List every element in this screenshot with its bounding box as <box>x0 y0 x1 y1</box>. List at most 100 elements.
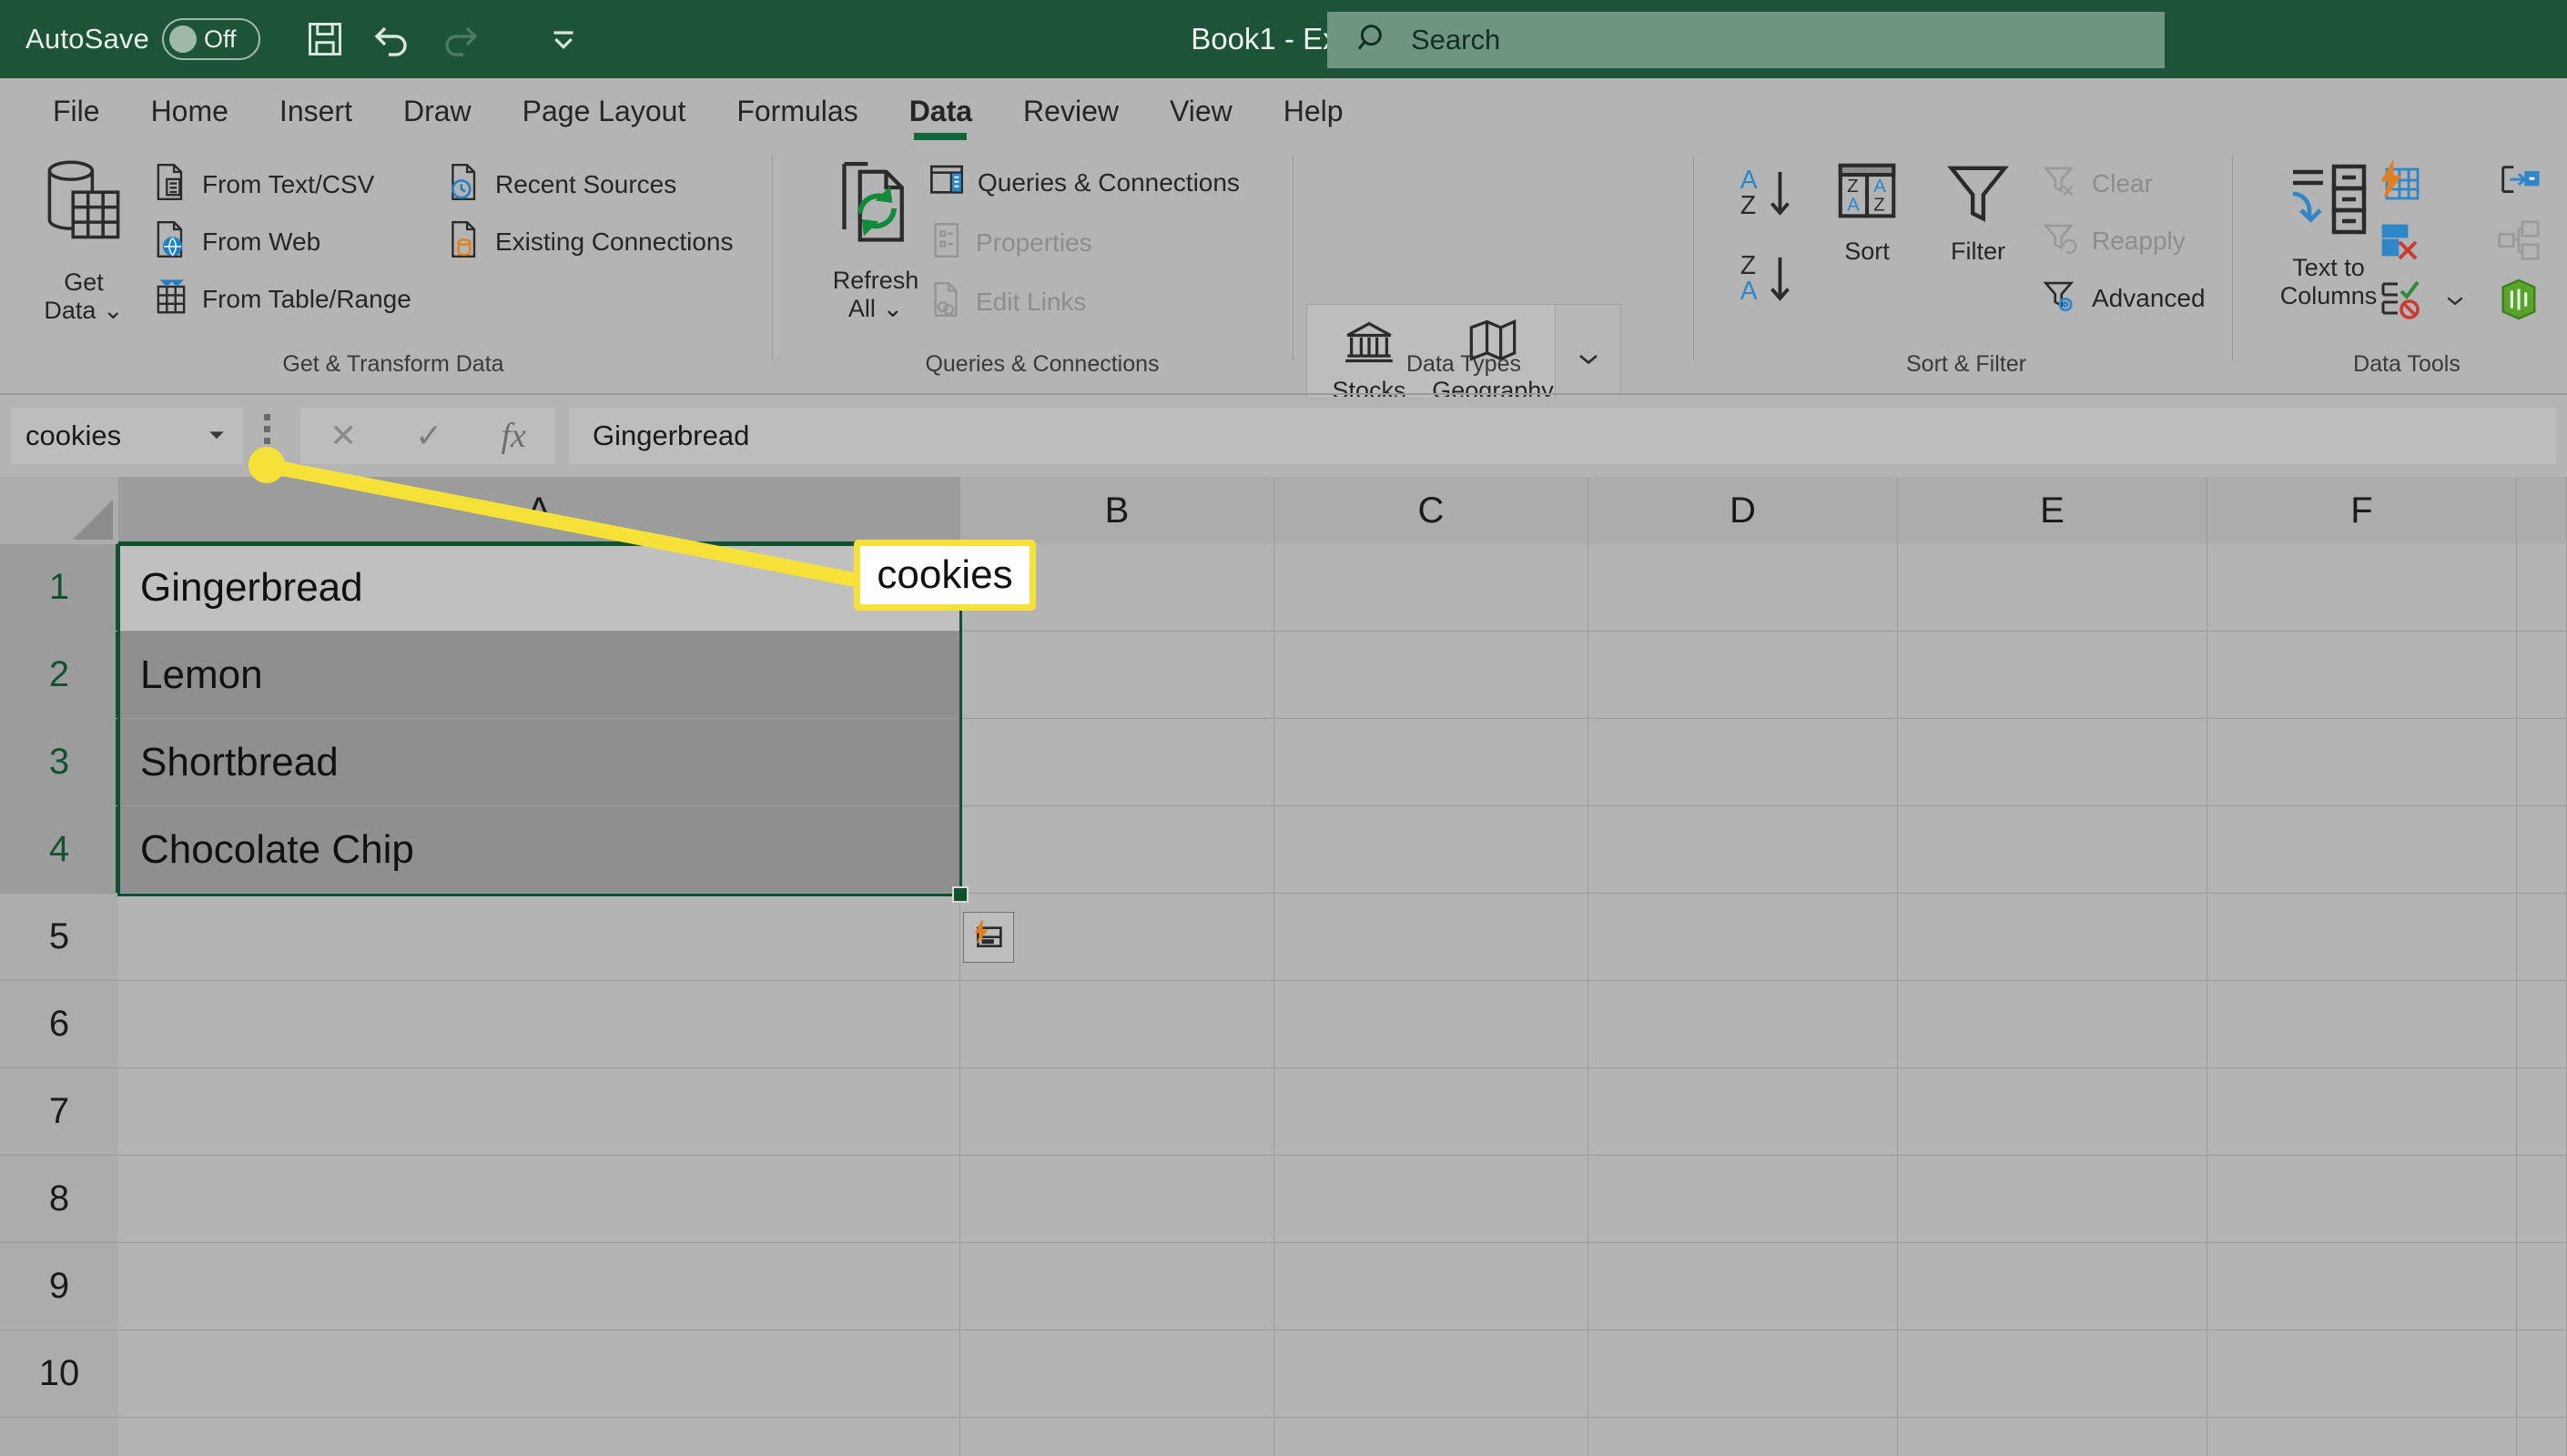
flash-fill-button[interactable] <box>2376 158 2423 212</box>
cell-c7[interactable] <box>1274 1068 1588 1156</box>
row-header-3[interactable]: 3 <box>0 719 118 806</box>
properties-button[interactable]: Properties <box>928 221 1092 264</box>
cell-f8[interactable] <box>2207 1156 2517 1243</box>
cell-d8[interactable] <box>1588 1156 1898 1243</box>
cell-a2[interactable]: Lemon <box>118 632 960 719</box>
row-header-7[interactable]: 7 <box>0 1068 118 1156</box>
cell-g1[interactable] <box>2517 544 2567 632</box>
tab-review[interactable]: Review <box>998 78 1144 144</box>
cell-g8[interactable] <box>2517 1156 2567 1243</box>
tab-formulas[interactable]: Formulas <box>711 78 883 144</box>
reapply-filter-button[interactable]: Reapply <box>2041 219 2186 262</box>
cell-f9[interactable] <box>2207 1243 2517 1330</box>
column-header-d[interactable]: D <box>1588 477 1898 544</box>
consolidate-button[interactable] <box>2496 160 2542 210</box>
cell-e7[interactable] <box>1898 1068 2207 1156</box>
sort-descending-button[interactable]: Z A <box>1725 246 1807 316</box>
cell-a11[interactable] <box>118 1418 960 1456</box>
autosave-control[interactable]: AutoSave Off <box>25 18 261 60</box>
cell-f1[interactable] <box>2207 544 2517 632</box>
cell-c8[interactable] <box>1274 1156 1588 1243</box>
select-all-corner-icon[interactable] <box>0 477 118 544</box>
cell-g9[interactable] <box>2517 1243 2567 1330</box>
cell-c5[interactable] <box>1274 894 1588 981</box>
cell-c6[interactable] <box>1274 981 1588 1068</box>
cell-d2[interactable] <box>1588 632 1898 719</box>
cell-e1[interactable] <box>1898 544 2207 632</box>
cell-a3[interactable]: Shortbread <box>118 719 960 806</box>
formula-input[interactable]: Gingerbread <box>569 408 2556 464</box>
cell-b11[interactable] <box>960 1418 1274 1456</box>
sort-ascending-button[interactable]: A Z <box>1725 160 1807 230</box>
cell-e5[interactable] <box>1898 894 2207 981</box>
cell-d1[interactable] <box>1588 544 1898 632</box>
edit-links-button[interactable]: Edit Links <box>928 280 1086 323</box>
cell-d10[interactable] <box>1588 1330 1898 1418</box>
clear-filter-button[interactable]: Clear <box>2041 162 2153 205</box>
cell-a5[interactable] <box>118 894 960 981</box>
cell-d3[interactable] <box>1588 719 1898 806</box>
column-header-e[interactable]: E <box>1898 477 2207 544</box>
cell-b6[interactable] <box>960 981 1274 1068</box>
cell-f6[interactable] <box>2207 981 2517 1068</box>
column-header-f[interactable]: F <box>2207 477 2517 544</box>
tab-home[interactable]: Home <box>126 78 254 144</box>
cell-g4[interactable] <box>2517 806 2567 894</box>
recent-sources-button[interactable]: Recent Sources <box>446 162 676 207</box>
row-header-8[interactable]: 8 <box>0 1156 118 1243</box>
row-header-2[interactable]: 2 <box>0 632 118 719</box>
cell-g10[interactable] <box>2517 1330 2567 1418</box>
cell-e9[interactable] <box>1898 1243 2207 1330</box>
data-validation-button[interactable] <box>2376 277 2467 329</box>
tab-data[interactable]: Data <box>884 78 998 144</box>
cell-a10[interactable] <box>118 1330 960 1418</box>
manage-data-model-button[interactable] <box>2496 277 2542 327</box>
save-button[interactable] <box>291 7 359 71</box>
cell-f5[interactable] <box>2207 894 2517 981</box>
from-web-button[interactable]: From Web <box>153 219 320 264</box>
column-header-a[interactable]: A <box>118 477 960 544</box>
enter-check-icon[interactable]: ✓ <box>415 417 442 455</box>
insert-function-fx-icon[interactable]: fx <box>502 416 526 456</box>
customize-quick-access-toolbar-button[interactable] <box>530 7 597 71</box>
redo-button[interactable] <box>426 7 493 71</box>
cell-b10[interactable] <box>960 1330 1274 1418</box>
cell-a7[interactable] <box>118 1068 960 1156</box>
cell-b2[interactable] <box>960 632 1274 719</box>
existing-connections-button[interactable]: Existing Connections <box>446 219 733 264</box>
row-header-4[interactable]: 4 <box>0 806 118 894</box>
cell-b9[interactable] <box>960 1243 1274 1330</box>
get-data-button[interactable]: Get Data ⌄ <box>20 155 147 325</box>
name-box[interactable]: cookies <box>11 408 243 464</box>
cell-g2[interactable] <box>2517 632 2567 719</box>
from-table-range-button[interactable]: From Table/Range <box>153 277 411 321</box>
queries-connections-button[interactable]: Queries & Connections <box>928 162 1240 203</box>
cell-d7[interactable] <box>1588 1068 1898 1156</box>
column-header-b[interactable]: B <box>960 477 1274 544</box>
search-input[interactable]: Search <box>1327 12 2165 68</box>
tab-insert[interactable]: Insert <box>254 78 378 144</box>
autosave-toggle[interactable]: Off <box>162 18 261 60</box>
column-header-g[interactable] <box>2517 477 2567 544</box>
selection-fill-handle[interactable] <box>952 886 969 903</box>
column-header-c[interactable]: C <box>1274 477 1588 544</box>
chevron-down-icon[interactable] <box>2443 292 2467 313</box>
tab-draw[interactable]: Draw <box>378 78 497 144</box>
quick-analysis-button[interactable] <box>963 912 1014 963</box>
cell-c10[interactable] <box>1274 1330 1588 1418</box>
row-header-6[interactable]: 6 <box>0 981 118 1068</box>
cancel-x-icon[interactable]: ✕ <box>330 417 357 455</box>
refresh-all-button[interactable]: Refresh All ⌄ <box>803 155 949 323</box>
cell-b4[interactable] <box>960 806 1274 894</box>
cell-g3[interactable] <box>2517 719 2567 806</box>
row-header-5[interactable]: 5 <box>0 894 118 981</box>
cell-d6[interactable] <box>1588 981 1898 1068</box>
cell-f7[interactable] <box>2207 1068 2517 1156</box>
cell-d4[interactable] <box>1588 806 1898 894</box>
filter-button[interactable]: Filter <box>1928 157 2028 266</box>
cell-f4[interactable] <box>2207 806 2517 894</box>
cell-e11[interactable] <box>1898 1418 2207 1456</box>
cell-d9[interactable] <box>1588 1243 1898 1330</box>
cell-e10[interactable] <box>1898 1330 2207 1418</box>
cell-f10[interactable] <box>2207 1330 2517 1418</box>
